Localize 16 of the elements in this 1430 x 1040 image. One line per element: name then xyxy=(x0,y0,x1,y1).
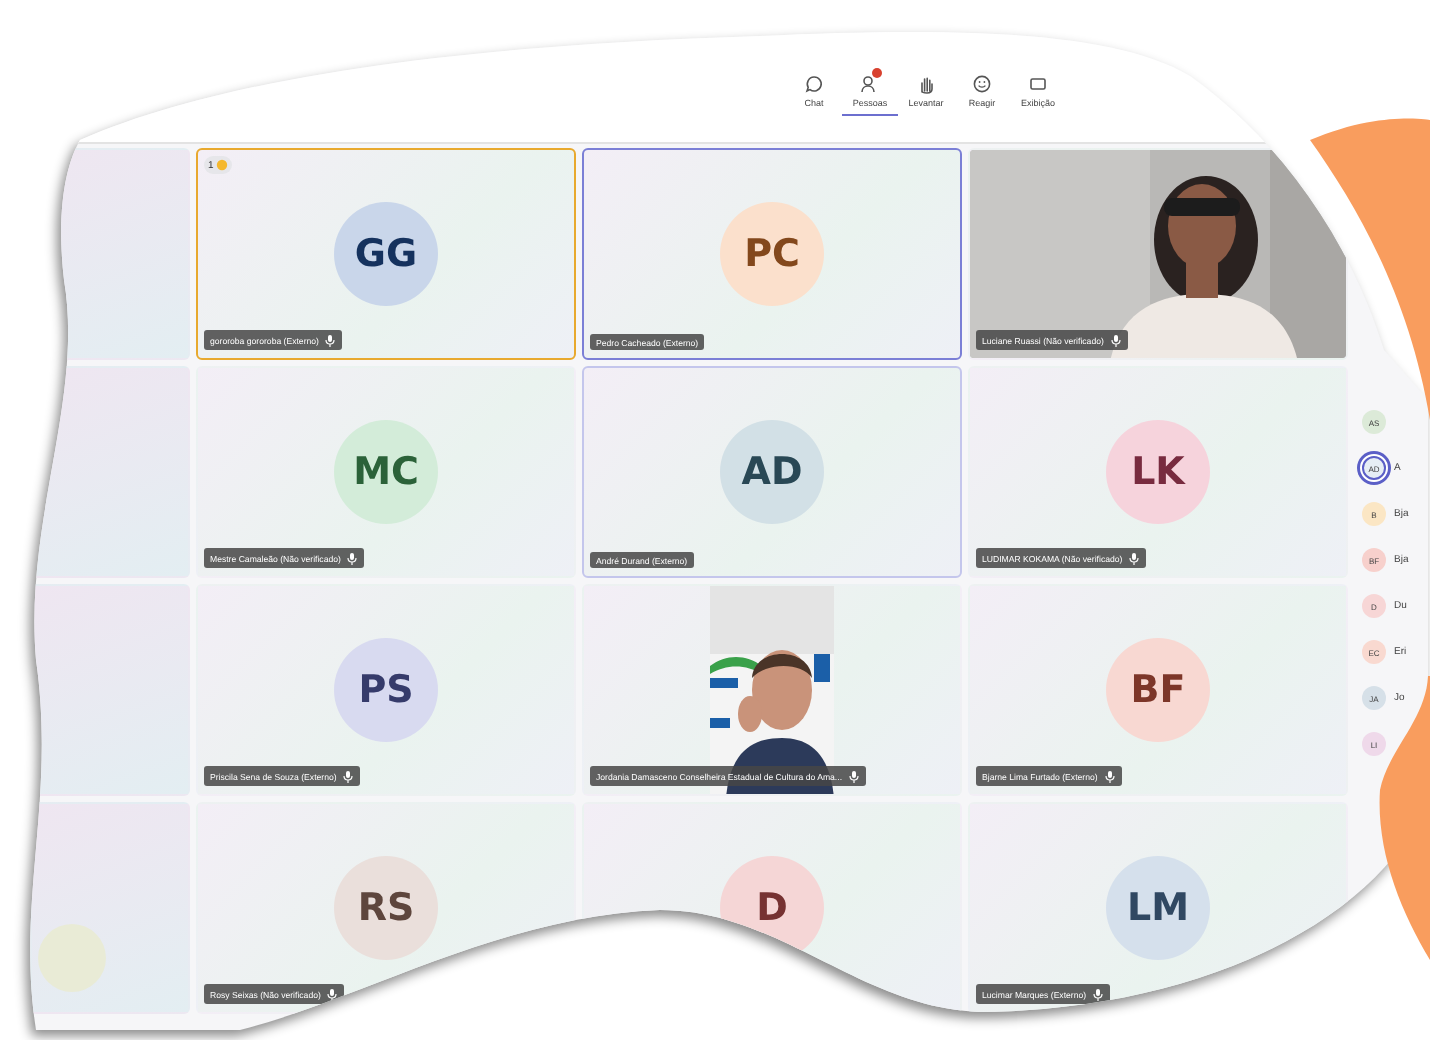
avatar: LK xyxy=(1106,420,1210,524)
avatar: PC xyxy=(720,202,824,306)
avatar: MC xyxy=(334,420,438,524)
view-icon xyxy=(1028,74,1048,94)
avatar: LM xyxy=(1106,856,1210,960)
hand-icon xyxy=(916,74,936,94)
avatar: RS xyxy=(334,856,438,960)
avatar-circle xyxy=(38,924,106,992)
hand-icon xyxy=(215,158,228,172)
avatar: BF xyxy=(1106,638,1210,742)
people-icon xyxy=(860,74,880,94)
avatar: GG xyxy=(334,202,438,306)
smiley-icon xyxy=(972,74,992,94)
avatar: AD xyxy=(720,420,824,524)
avatar: PS xyxy=(334,638,438,742)
chat-icon xyxy=(804,74,824,94)
